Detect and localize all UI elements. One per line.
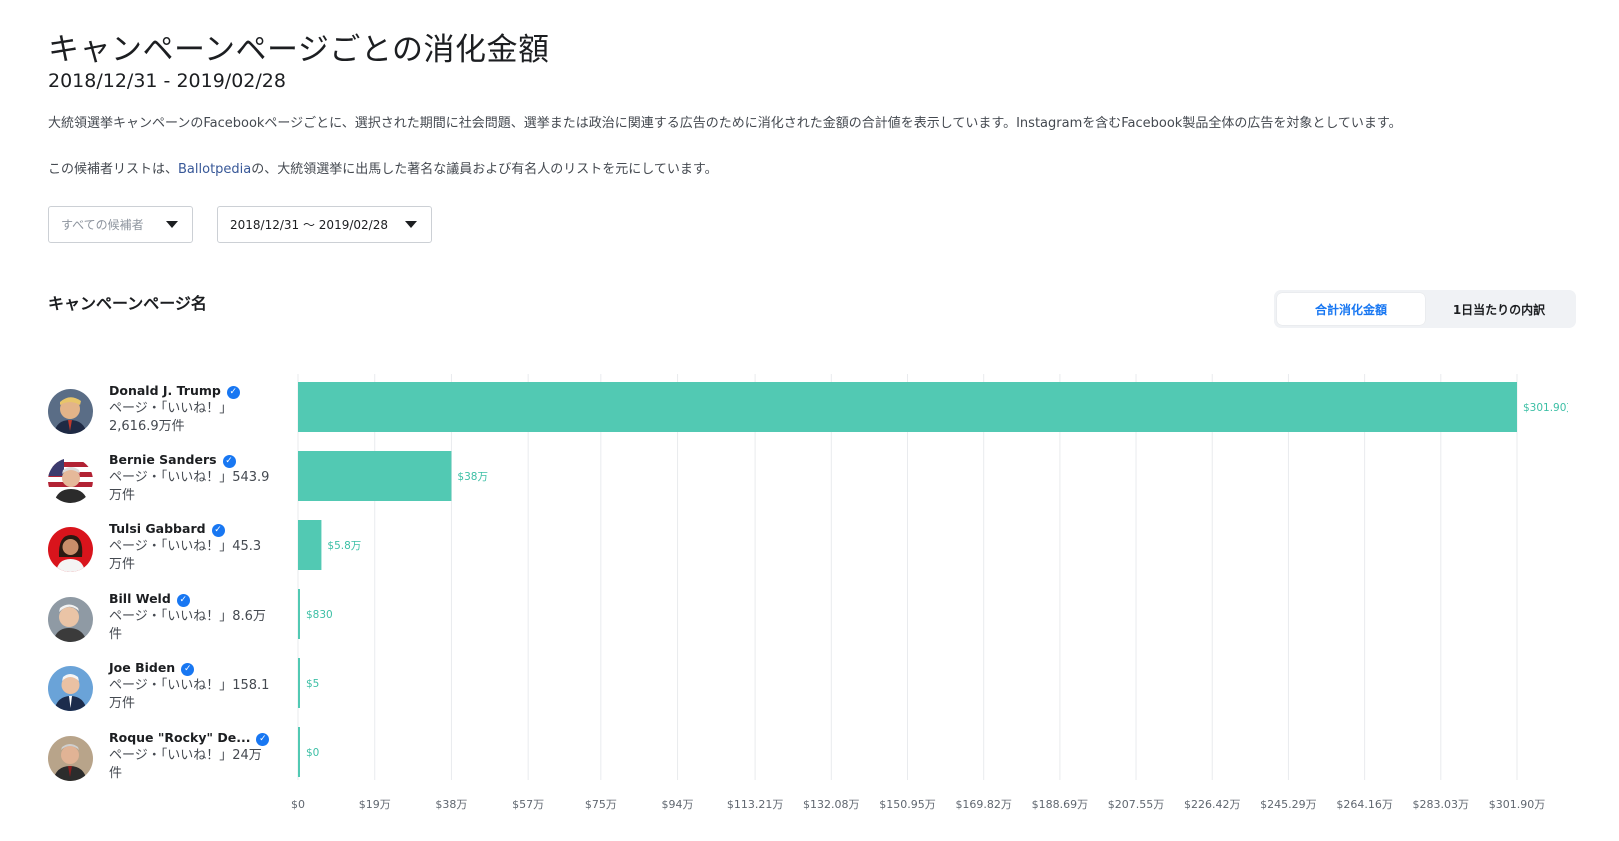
x-tick-label: $113.21万	[727, 798, 784, 811]
x-tick-label: $150.95万	[879, 798, 936, 811]
section-title: キャンペーンページ名	[48, 294, 207, 313]
x-tick-label: $264.16万	[1336, 798, 1393, 811]
x-tick-label: $38万	[435, 798, 467, 811]
caret-down-icon	[166, 221, 178, 228]
date-range-dropdown[interactable]: 2018/12/31 〜 2019/02/28	[217, 206, 432, 243]
x-tick-label: $226.42万	[1184, 798, 1241, 811]
tab-daily-breakdown[interactable]: 1日当たりの内訳	[1425, 293, 1573, 325]
ballotpedia-link[interactable]: Ballotpedia	[178, 162, 251, 177]
bar-value-label: $830	[306, 609, 333, 621]
bar	[298, 382, 1517, 432]
spend-bar-chart: $0 $19万 $38万 $57万 $75万 $94万 $113.21万 $132.08万 $1…	[291, 374, 1577, 811]
caret-down-icon	[405, 221, 417, 228]
bar	[298, 520, 322, 570]
date-range-label: 2018/12/31 〜 2019/02/28	[230, 218, 388, 232]
x-tick-label: $283.03万	[1413, 798, 1470, 811]
page-description: 大統領選挙キャンペーンのFacebookページごとに、選択された期間に社会問題、…	[48, 116, 1402, 131]
x-tick-label: $245.29万	[1260, 798, 1317, 811]
bar-value-label: $5	[306, 678, 319, 690]
view-toggle: 合計消化金額 1日当たりの内訳	[1274, 290, 1576, 328]
note-prefix: この候補者リストは、	[48, 162, 179, 177]
bar	[298, 727, 300, 777]
x-tick-label: $301.90万	[1489, 798, 1546, 811]
bar-value-label: $301.90万	[1523, 402, 1577, 414]
bar	[298, 658, 300, 708]
date-range-subtitle: 2018/12/31 - 2019/02/28	[48, 70, 286, 92]
x-tick-label: $19万	[359, 798, 391, 811]
candidate-list-note: この候補者リストは、Ballotpediaの、大統領選挙に出馬した著名な議員およ…	[48, 158, 718, 177]
x-tick-label: $57万	[512, 798, 544, 811]
x-tick-label: $132.08万	[803, 798, 860, 811]
candidate-filter-label: すべての候補者	[61, 218, 144, 232]
note-suffix: の、大統領選挙に出馬した著名な議員および有名人のリストを元にしています。	[251, 162, 718, 177]
tab-total-spend[interactable]: 合計消化金額	[1277, 293, 1425, 325]
x-tick-label: $207.55万	[1108, 798, 1165, 811]
candidate-filter-dropdown[interactable]: すべての候補者	[48, 206, 193, 243]
bar	[298, 589, 300, 639]
bar	[298, 451, 452, 501]
bar-value-label: $38万	[457, 471, 488, 483]
x-tick-label: $75万	[585, 798, 617, 811]
x-tick-label: $188.69万	[1032, 798, 1089, 811]
bar-value-label: $5.8万	[327, 540, 361, 552]
x-tick-label: $94万	[662, 798, 694, 811]
x-tick-label: $0	[291, 798, 305, 811]
page-title: キャンペーンページごとの消化金額	[48, 32, 550, 68]
x-tick-label: $169.82万	[955, 798, 1012, 811]
bar-value-label: $0	[306, 747, 319, 759]
